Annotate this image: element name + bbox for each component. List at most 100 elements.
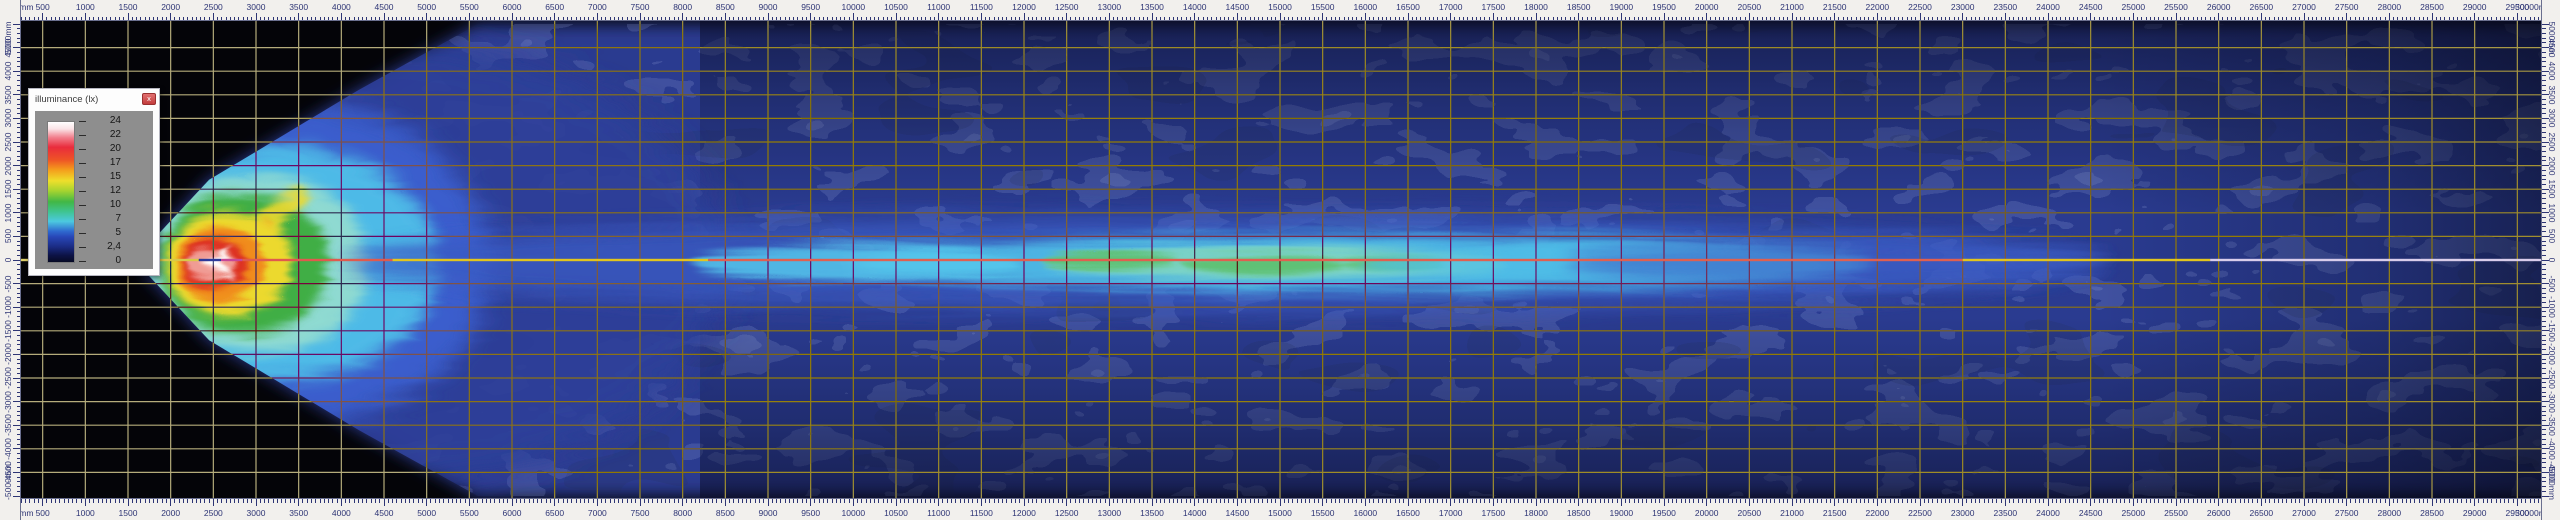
legend-level-label: 17	[87, 157, 121, 168]
ruler-label: 10500	[884, 508, 908, 518]
ruler-label: 28500	[2420, 508, 2444, 518]
ruler-label: 25500	[2164, 2, 2188, 12]
ruler-label: 6000	[503, 508, 522, 518]
ruler-label: 4500	[375, 508, 394, 518]
ruler-label: 28500	[2420, 2, 2444, 12]
ruler-label: 1000	[76, 2, 95, 12]
ruler-label: 27000	[2292, 2, 2316, 12]
ruler-label: 22500	[1908, 508, 1932, 518]
ruler-label: 13500	[1140, 508, 1164, 518]
ruler-label: 28000	[2378, 508, 2402, 518]
ruler-label: 27500	[2335, 508, 2359, 518]
ruler-label: 25000	[2122, 508, 2146, 518]
legend-title: illuminance (lx)	[35, 94, 98, 105]
ruler-label: 3500	[3, 85, 13, 104]
ruler-label: -1500	[3, 320, 13, 342]
ruler-label: 21000	[1780, 508, 1804, 518]
ruler-label: 22000	[1866, 508, 1890, 518]
ruler-label: 5500	[460, 2, 479, 12]
ruler-label: 8000	[673, 2, 692, 12]
ruler-top: 0mm5001000150020002500300035004000450050…	[0, 0, 2560, 21]
ruler-label: 20500	[1738, 2, 1762, 12]
ruler-label: 2500	[3, 133, 13, 152]
ruler-label: 24000	[2036, 508, 2060, 518]
ruler-label: 4000	[332, 2, 351, 12]
ruler-label: -3500	[3, 414, 13, 436]
legend-tick	[79, 261, 86, 263]
ruler-label: -2500	[2547, 367, 2557, 389]
ruler-label: 11500	[970, 508, 993, 518]
ruler-label: 500	[3, 229, 13, 243]
ruler-bottom: 0mm5001000150020002500300035004000450050…	[0, 498, 2560, 520]
ruler-label: 6500	[545, 2, 564, 12]
ruler-label: -5000mm	[2547, 464, 2557, 500]
ruler-label: 4500	[2547, 38, 2557, 57]
ruler-label: 20000	[1695, 508, 1719, 518]
legend-level-label: 0	[87, 255, 121, 266]
ruler-label: 17000	[1439, 508, 1463, 518]
ruler-label: 7500	[631, 2, 650, 12]
legend-tick	[79, 191, 86, 193]
ruler-label: -3000	[3, 391, 13, 413]
ruler-label: 1500	[119, 508, 138, 518]
legend-panel[interactable]: illuminance (lx) x 24222017151210752,40	[28, 88, 160, 276]
ruler-label: 10500	[884, 2, 908, 12]
ruler-label: 28000	[2378, 2, 2402, 12]
ruler-label: 16500	[1396, 508, 1420, 518]
ruler-label: 12500	[1055, 508, 1079, 518]
legend-close-button[interactable]: x	[142, 93, 156, 105]
ruler-label: 26000	[2207, 508, 2231, 518]
ruler-label: 1500	[2547, 180, 2557, 199]
legend-tick	[79, 233, 86, 235]
ruler-label: 19000	[1610, 508, 1634, 518]
ruler-label: 27000	[2292, 508, 2316, 518]
ruler-label: 8500	[716, 508, 735, 518]
ruler-label: 19500	[1652, 2, 1676, 12]
illuminance-plot-window: 0mm5001000150020002500300035004000450050…	[0, 0, 2560, 520]
ruler-label: 1000	[3, 203, 13, 222]
ruler-label: 16500	[1396, 2, 1420, 12]
center-measure-line	[0, 259, 2560, 261]
ruler-label: 3500	[289, 508, 308, 518]
ruler-label: 24500	[2079, 2, 2103, 12]
ruler-label: 26500	[2250, 2, 2274, 12]
ruler-label: 17500	[1482, 2, 1506, 12]
ruler-label: 5000	[417, 2, 436, 12]
ruler-label: -2000	[2547, 344, 2557, 366]
ruler-right: 5000mm4500400035003000250020001500100050…	[2541, 0, 2560, 520]
ruler-label: 500	[36, 508, 50, 518]
legend-level-label: 5	[87, 227, 121, 238]
ruler-label: 12000	[1012, 508, 1036, 518]
ruler-label: 20000	[1695, 2, 1719, 12]
ruler-label: 7000	[588, 508, 607, 518]
legend-titlebar[interactable]: illuminance (lx) x	[29, 89, 159, 109]
legend-tick	[79, 177, 86, 179]
ruler-label: 8500	[716, 2, 735, 12]
legend-tick	[79, 149, 86, 151]
ruler-label: 2000	[2547, 156, 2557, 175]
ruler-label: 12500	[1055, 2, 1079, 12]
ruler-label: 9000	[759, 508, 778, 518]
ruler-label: -3000	[2547, 391, 2557, 413]
ruler-label: 2000	[161, 2, 180, 12]
legend-level-label: 2,4	[87, 241, 121, 252]
ruler-label: 5500	[460, 508, 479, 518]
ruler-label: 18500	[1567, 508, 1591, 518]
ruler-label: 3000	[247, 508, 266, 518]
legend-tick	[79, 247, 86, 249]
ruler-label: 10000	[842, 508, 866, 518]
ruler-label: -3500	[2547, 414, 2557, 436]
ruler-label: 29000	[2463, 508, 2487, 518]
ruler-label: 0	[2547, 258, 2557, 263]
ruler-label: 1500	[3, 180, 13, 199]
ruler-label: 21500	[1823, 2, 1847, 12]
ruler-label: 4000	[3, 62, 13, 81]
heatmap-canvas	[0, 0, 2560, 520]
ruler-label: 22500	[1908, 2, 1932, 12]
ruler-label: 6000	[503, 2, 522, 12]
ruler-label: 2000	[3, 156, 13, 175]
ruler-label: 26500	[2250, 508, 2274, 518]
ruler-label: -4000	[3, 438, 13, 460]
legend-level-label: 12	[87, 185, 121, 196]
ruler-label: -4000	[2547, 438, 2557, 460]
